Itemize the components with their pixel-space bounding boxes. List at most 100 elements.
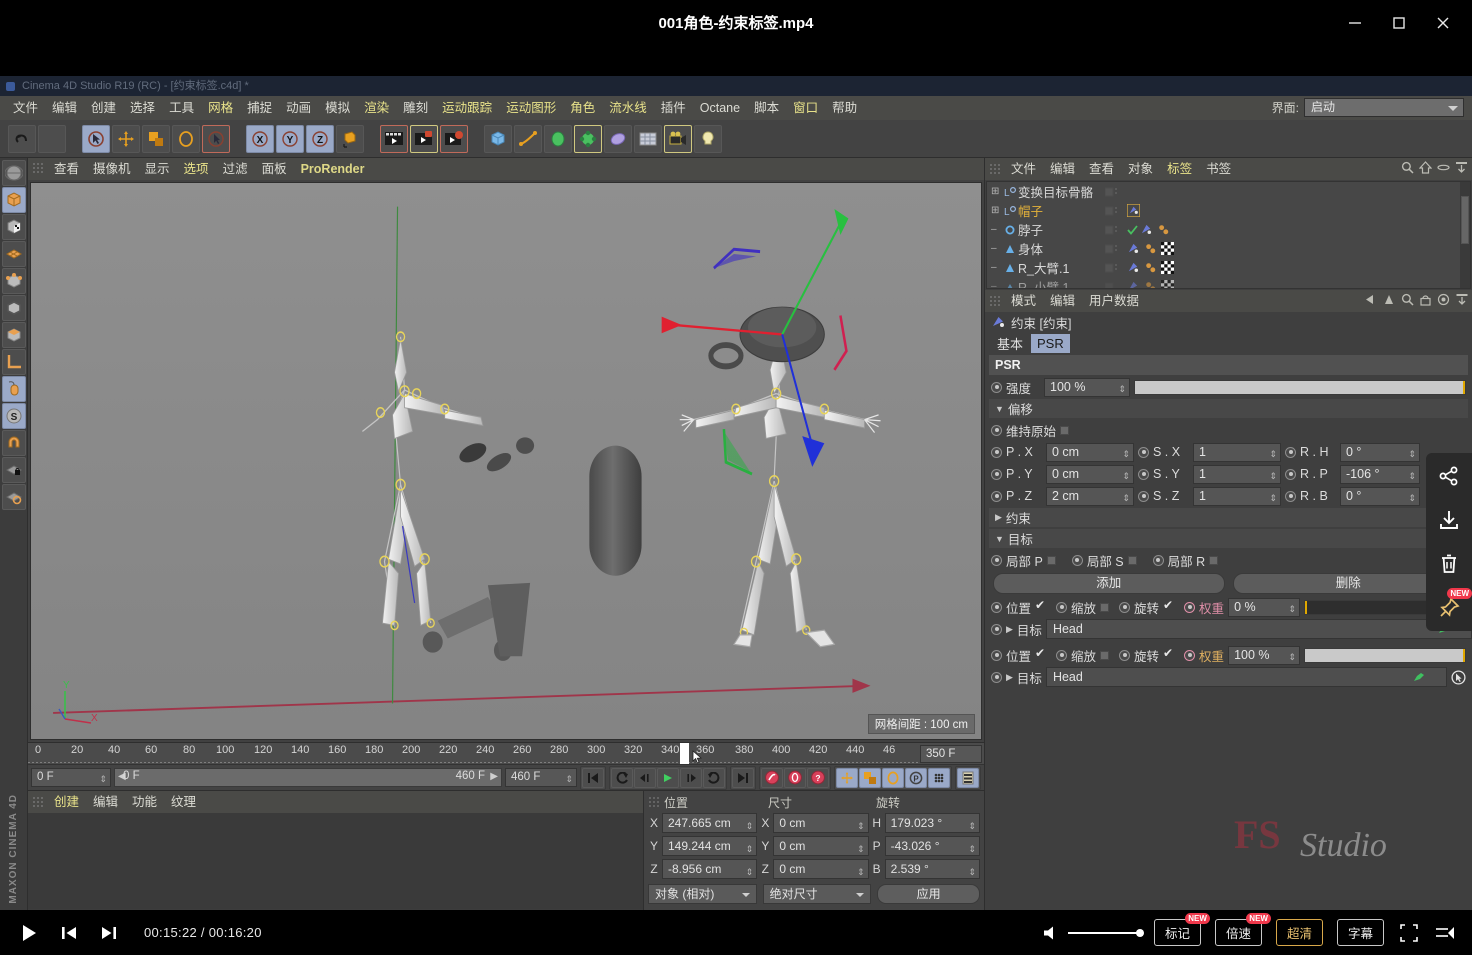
rh-field[interactable]: 0 ° ⇕ <box>1340 442 1420 462</box>
scene-environment-icon[interactable] <box>634 124 662 153</box>
object-row-5[interactable]: – R_小臂.1 <box>987 277 1470 288</box>
size-x-field[interactable]: 0 cm ⇕ <box>773 812 869 833</box>
minimize-icon[interactable] <box>1336 8 1374 38</box>
eyedropper-icon[interactable] <box>1412 671 1426 683</box>
target-0-weight-radio[interactable] <box>1184 601 1196 613</box>
menu-script[interactable]: 脚本 <box>747 96 786 120</box>
volume-control[interactable] <box>1042 924 1144 942</box>
menu-snap[interactable]: 捕捉 <box>240 96 279 120</box>
play-icon[interactable] <box>18 922 40 944</box>
keep-original-checkbox[interactable] <box>1060 425 1070 435</box>
link-icon[interactable] <box>1437 161 1450 174</box>
timeline-icon[interactable] <box>957 767 979 788</box>
up-arrow-icon[interactable] <box>1383 293 1395 306</box>
coordinate-mode-dropdown[interactable]: 对象 (相对) <box>648 884 757 904</box>
render-view-icon[interactable] <box>380 124 408 153</box>
weight-tag-icon[interactable] <box>1144 261 1157 274</box>
rotation-h-field[interactable]: 179.023 ° ⇕ <box>884 812 980 833</box>
home-icon[interactable] <box>1419 161 1432 174</box>
polygon-points-icon[interactable] <box>1 241 26 267</box>
axis-z-icon[interactable]: Z <box>306 124 334 153</box>
strength-field[interactable]: 100 % ⇕ <box>1044 377 1130 397</box>
target-0-weight-field[interactable]: 0 % ⇕ <box>1228 597 1301 617</box>
undo-icon[interactable] <box>8 124 36 153</box>
target-1-target-field[interactable]: Head <box>1045 667 1447 687</box>
py-field[interactable]: 0 cm ⇕ <box>1046 464 1134 484</box>
go-to-start-icon[interactable] <box>582 767 604 788</box>
workplane-icon[interactable] <box>1 484 26 510</box>
target-1-position-checkbox[interactable] <box>1035 646 1046 661</box>
step-back-icon[interactable] <box>634 767 656 788</box>
sx-radio[interactable] <box>1138 446 1149 458</box>
size-z-field[interactable]: 0 cm ⇕ <box>773 858 869 879</box>
visibility-dots-icon[interactable] <box>1105 262 1117 274</box>
drag-handle-icon[interactable] <box>989 162 1001 176</box>
attribute-menu-edit[interactable]: 编辑 <box>1043 290 1082 312</box>
pin-icon[interactable]: NEW <box>1436 588 1472 621</box>
object-row-2[interactable]: – 脖子 <box>987 220 1470 239</box>
axis-y-icon[interactable]: Y <box>276 124 304 153</box>
target-1-weight-field[interactable]: 100 % ⇕ <box>1228 645 1301 665</box>
object-tree-scrollbar[interactable] <box>1460 182 1470 288</box>
object-tags[interactable] <box>1127 223 1170 236</box>
target-0-rotation-radio[interactable] <box>1119 601 1131 613</box>
volume-icon[interactable] <box>1042 924 1062 942</box>
strength-radio[interactable] <box>991 381 1002 393</box>
menu-mesh[interactable]: 网格 <box>201 96 240 120</box>
enable-axis-icon[interactable]: S <box>1 403 26 429</box>
subtitle-button[interactable]: 字幕 <box>1336 919 1384 946</box>
sy-field[interactable]: 1 ⇕ <box>1193 464 1281 484</box>
offset-group-header[interactable]: ▼ 偏移 <box>989 399 1468 418</box>
constraint-tag-icon[interactable] <box>1127 204 1140 217</box>
menu-animate[interactable]: 动画 <box>279 96 318 120</box>
sx-field[interactable]: 1 ⇕ <box>1193 442 1281 462</box>
lock-workplane-icon[interactable] <box>1 457 26 483</box>
speed-button[interactable]: 倍速 NEW <box>1214 913 1271 946</box>
object-tags[interactable] <box>1127 242 1174 255</box>
target-1-target-radio[interactable] <box>991 671 1002 683</box>
redo-icon[interactable] <box>38 124 66 153</box>
local-p-radio[interactable] <box>991 554 1002 566</box>
object-tree[interactable]: ⊞ L 变换目标骨骼 ⊞ L 帽子 – 脖子 – 身体 – R_大臂.1 – R… <box>986 181 1471 289</box>
viewport-menu-display[interactable]: 显示 <box>138 158 177 180</box>
expand-toggle-icon[interactable]: – <box>991 243 1002 254</box>
rotation-b-field[interactable]: 2.539 ° ⇕ <box>884 858 980 879</box>
rb-radio[interactable] <box>1285 490 1296 502</box>
apply-button[interactable]: 应用 <box>877 884 981 904</box>
object-tags[interactable] <box>1127 204 1140 217</box>
drag-handle-icon[interactable] <box>32 162 44 176</box>
maximize-icon[interactable] <box>1380 8 1418 38</box>
move-icon[interactable] <box>112 124 140 153</box>
collapse-arrow-icon[interactable]: ▼ <box>995 534 1004 544</box>
menu-create[interactable]: 创建 <box>84 96 123 120</box>
target-0-rotation-checkbox[interactable] <box>1163 598 1174 613</box>
expand-toggle-icon[interactable]: – <box>991 281 1002 288</box>
keep-original-radio[interactable] <box>991 424 1002 436</box>
range-right-arrow[interactable]: ▶ <box>490 771 498 782</box>
texture-tag-icon[interactable] <box>1161 242 1174 255</box>
menu-edit[interactable]: 编辑 <box>45 96 84 120</box>
menu-window[interactable]: 窗口 <box>786 96 825 120</box>
timeline-end-field[interactable]: 460 F ⇕ <box>505 768 577 787</box>
viewport-menu-panel[interactable]: 面板 <box>255 158 294 180</box>
menu-pipeline[interactable]: 流水线 <box>602 96 654 120</box>
interface-dropdown[interactable]: 启动 <box>1304 98 1464 117</box>
menu-select[interactable]: 选择 <box>123 96 162 120</box>
drag-handle-icon[interactable] <box>32 795 44 809</box>
rb-field[interactable]: 0 ° ⇕ <box>1340 486 1420 506</box>
object-row-0[interactable]: ⊞ L 变换目标骨骼 <box>987 182 1470 201</box>
menu-octane[interactable]: Octane <box>693 96 747 120</box>
object-menu-tags[interactable]: 标签 <box>1160 158 1199 180</box>
attribute-menu-userdata[interactable]: 用户数据 <box>1082 290 1146 312</box>
weight-tag-icon[interactable] <box>1157 223 1170 236</box>
target-0-position-checkbox[interactable] <box>1035 598 1046 613</box>
3d-viewport[interactable]: 透视视图 <box>30 182 982 740</box>
rp-radio[interactable] <box>1285 468 1296 480</box>
collapse-arrow-icon[interactable]: ▼ <box>995 404 1004 414</box>
menu-character[interactable]: 角色 <box>563 96 602 120</box>
target-1-position-radio[interactable] <box>991 649 1002 661</box>
rh-radio[interactable] <box>1285 446 1296 458</box>
object-menu-view[interactable]: 查看 <box>1082 158 1121 180</box>
volume-slider[interactable] <box>1067 928 1144 937</box>
object-tags[interactable] <box>1127 280 1174 288</box>
